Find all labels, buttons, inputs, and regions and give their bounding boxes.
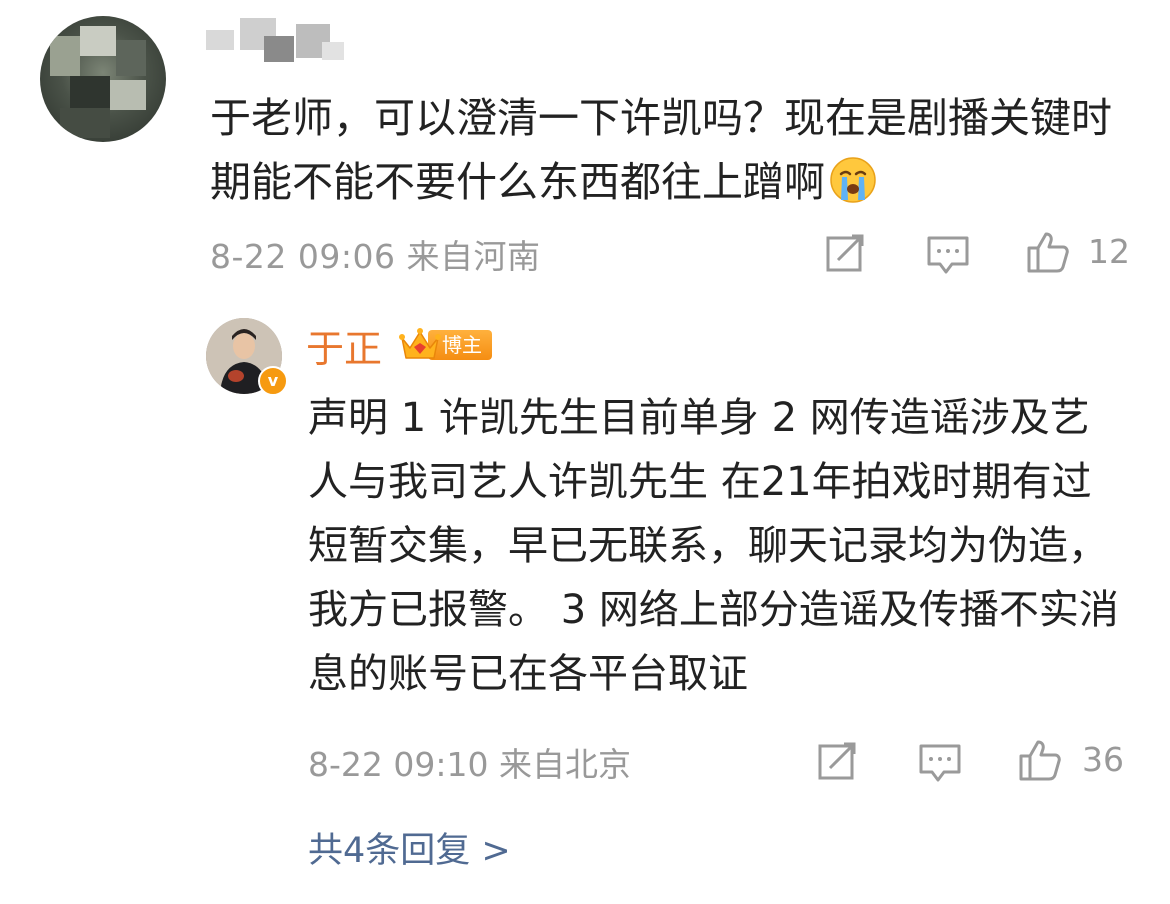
- comment-meta: 8-22 09:06 来自河南: [210, 237, 541, 276]
- crying-face-icon: [829, 156, 877, 204]
- share-icon[interactable]: [824, 232, 868, 276]
- like-count: 36: [1082, 740, 1124, 779]
- crown-icon: [398, 324, 442, 364]
- commenter-avatar[interactable]: [40, 16, 166, 142]
- like-icon[interactable]: [1026, 230, 1070, 274]
- like-icon[interactable]: [1018, 738, 1062, 782]
- reply-author-name[interactable]: 于正: [306, 318, 382, 373]
- comment-icon[interactable]: [918, 742, 962, 786]
- reply-text: 声明 1 许凯先生目前单身 2 网传造谣涉及艺人与我司艺人许凯先生 在21年拍戏…: [308, 395, 1119, 697]
- commenter-name-blurred[interactable]: [206, 18, 346, 64]
- comment-icon[interactable]: [926, 234, 970, 278]
- view-more-replies-link[interactable]: 共4条回复 >: [308, 822, 511, 873]
- comment-body: 于老师，可以澄清一下许凯吗？现在是剧播关键时期能不能不要什么东西都往上蹭啊: [210, 94, 1112, 206]
- like-count: 12: [1088, 232, 1130, 271]
- share-icon[interactable]: [816, 740, 860, 784]
- reply-meta: 8-22 09:10 来自北京: [308, 745, 631, 784]
- blogger-badge: 博主: [398, 324, 494, 364]
- verified-v-icon: v: [258, 366, 288, 396]
- comment-text: 于老师，可以澄清一下许凯吗？现在是剧播关键时期能不能不要什么东西都往上蹭啊: [210, 86, 1130, 214]
